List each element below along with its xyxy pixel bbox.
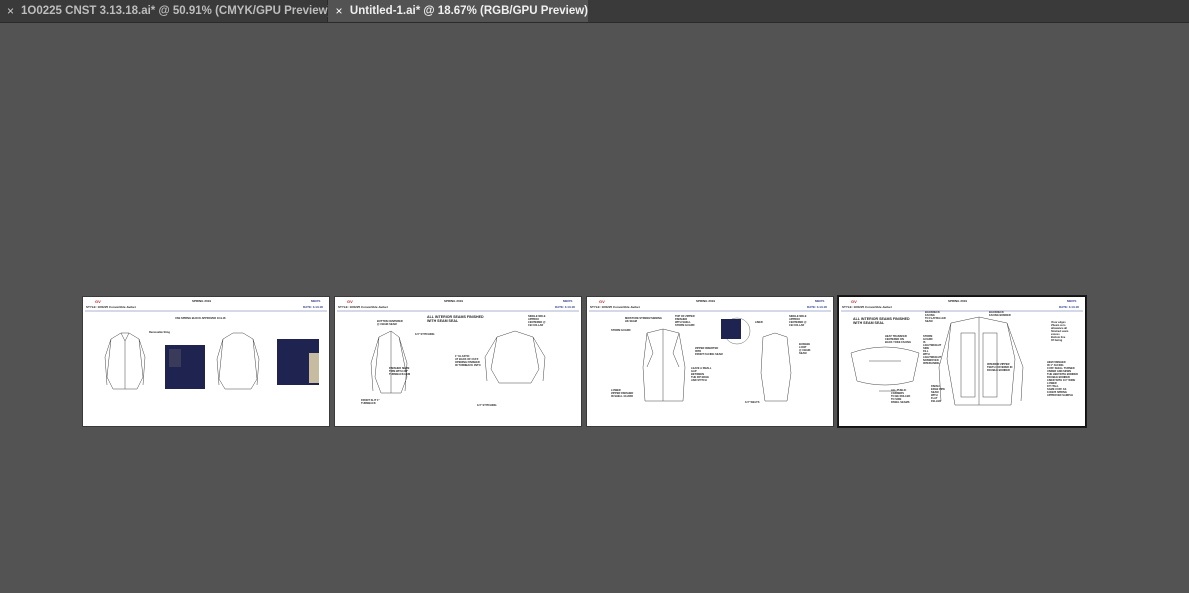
detail-photo [721,319,741,339]
callout-note: STORM GUARD [611,329,631,332]
style-label: STYLE: 1O0225 Convertible Jacket [842,305,892,309]
callout-note: STORM GUARD IS LIGHTWEIGHT SIDE FILL WIT… [923,335,942,365]
jacket-back-sketch [484,330,546,384]
style-label: STYLE: 1O0225 Convertible Jacket [590,305,640,309]
jacket-interior-sketch [938,316,1024,406]
document-tab-bar: × 1O0225 CNST 3.13.18.ai* @ 50.91% (CMYK… [0,0,1189,23]
document-tab-untitled[interactable]: × Untitled-1.ai* @ 18.67% (RGB/GPU Previ… [328,0,588,22]
season-label: SPRING 2019 [444,299,464,303]
artboard-canvas[interactable]: GV STYLE: 1O0225 Convertible Jacket SPRI… [0,23,1189,593]
date-label: DATE: 3.13.18 [1059,305,1079,309]
style-label: STYLE: 1O0225 Convertible Jacket [338,305,388,309]
callout-note: ALL INTERIOR SEAMS FINISHED WITH SEAM SE… [427,315,484,324]
artboard-1[interactable]: GV STYLE: 1O0225 Convertible Jacket SPRI… [83,297,329,426]
close-tab-icon[interactable]: × [335,4,343,18]
callout-note: HEAT TRANSFER CENTERED ON BACK YOKE FACI… [885,335,912,344]
callout-note: Visor edges #Seam zero allowance all fin… [1051,321,1069,342]
callout-note: LEAVE A SMALL GAP BETWEEN THE ZIP EDGE A… [691,367,712,382]
callout-note: LOWER ZIPPER FINISHED IN SHELL GUARD [611,389,634,398]
vest-front-sketch [642,328,686,402]
callout-note: 1/4" STITCHING [415,333,435,336]
callout-note: BUTTON CENTERED @ CB/HK SEAM [377,320,403,326]
callout-note: 1" ELASTIC AT BACK OF CUFF OPENING FINIS… [455,355,481,367]
callout-note: TOP OF ZIPPER FINISHED WITH SHELL STORM … [675,315,695,327]
division-label: MEN'S [1067,299,1077,303]
callout-note: 1/4" WELTS [745,401,760,404]
artboard-3[interactable]: GV STYLE: 1O0225 Convertible Jacket SPRI… [587,297,833,426]
callout-note: SINGLE NDLE APPROX CENTERED @ CB COLLAR [789,315,807,327]
callout-note: ALL INTERIOR SEAMS FINISHED WITH SEAM SE… [853,317,910,326]
callout-note: MOISTURE STRENGTHENING HK SEAM [625,317,662,323]
tab-label[interactable]: 1O0225 CNST 3.13.18.ai* @ 50.91% (CMYK/G… [21,5,331,17]
callout-note: SINGLE NDLE APPROX CENTERED @ CB COLLAR [528,315,546,327]
date-label: DATE: 3.13.18 [807,305,827,309]
callout-note: USE SPRING BLOCK APPROVED 10.9.18 [175,317,226,320]
artboard-4[interactable]: GV STYLE: 1O0225 Convertible Jacket SPRI… [839,297,1085,426]
callout-note: FINISH EDGE PIPE SEAM WITH FLAT FELLED [931,385,945,403]
brand-logo: GV [599,299,605,304]
season-label: SPRING 2019 [192,299,212,303]
callout-note: Removable Sling [149,331,170,334]
callout-note: BACKNECK FACING TO FLATFELLED SEAM [925,311,946,323]
callout-note: ALL PUBLIC CORNERS TO BE ROLLED TO SIDE … [891,389,911,404]
date-label: DATE: 3.13.18 [555,305,575,309]
callout-note: FRONT SLIT 1" TURNBACK [361,399,380,405]
division-label: MEN'S [815,299,825,303]
brand-logo: GV [347,299,353,304]
tab-label[interactable]: Untitled-1.ai* @ 18.67% (RGB/GPU Preview… [350,5,588,17]
callout-note: INTERIOR ZIPPER TEETH COVERED IN DOUBLE … [987,363,1013,372]
brand-logo: GV [851,299,857,304]
season-label: SPRING 2019 [948,299,968,303]
division-label: MEN'S [563,299,573,303]
close-tab-icon[interactable]: × [7,4,14,18]
division-label: MEN'S [311,299,321,303]
callout-note: BACKNECK FACING BONDED [989,311,1011,317]
callout-note: LINED [755,321,763,324]
hood-sketch [850,346,920,392]
style-label: STYLE: 1O0225 Convertible Jacket [86,305,136,309]
callout-note: 1/4" STITCHING [477,404,497,407]
artboard-2[interactable]: GV STYLE: 1O0225 Convertible Jacket SPRI… [335,297,581,426]
date-label: DATE: 3.13.18 [303,305,323,309]
callout-note: BUNGEE LOOP @ CB/HK SEAM [799,343,811,355]
jacket-front-sketch [104,332,146,390]
jacket-front-sketch [370,330,408,394]
callout-note: ZIPPER INSERTED INTO FRONT FACING SEAM [695,347,723,356]
document-tab-cnst[interactable]: × 1O0225 CNST 3.13.18.ai* @ 50.91% (CMYK… [0,0,331,22]
callout-note: FINISHED SEAM TRIM WITH 3/8" TURNBACK HE… [389,367,411,376]
jacket-back-sketch [216,332,260,390]
season-label: SPRING 2019 [696,299,716,303]
vest-back-sketch [760,332,792,402]
brand-logo: GV [95,299,101,304]
callout-note: HEM FINISHED IN 1" FACING CUFF SHELL TUR… [1047,361,1078,397]
